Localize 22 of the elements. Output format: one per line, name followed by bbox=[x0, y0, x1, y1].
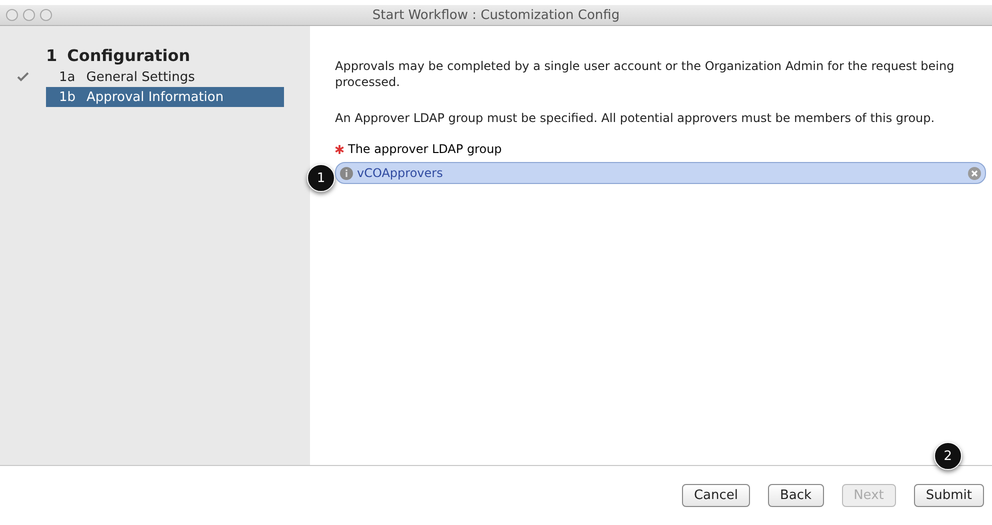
dialog-button[interactable]: Submit bbox=[914, 484, 984, 507]
sidebar-item[interactable]: 1b Approval Information bbox=[46, 87, 284, 107]
window-control-icon[interactable] bbox=[23, 9, 35, 21]
step-number: 1a bbox=[59, 70, 76, 84]
section-number: 1 bbox=[46, 46, 58, 65]
dialog-button[interactable]: Back bbox=[768, 484, 824, 507]
callout-badge: 1 bbox=[307, 164, 335, 192]
input-field[interactable]: vCOApprovers bbox=[335, 162, 986, 184]
clear-icon[interactable] bbox=[968, 166, 981, 180]
window-title: Start Workflow : Customization Config bbox=[372, 8, 620, 22]
step-number: 1b bbox=[59, 90, 76, 104]
section-title: Configuration bbox=[67, 46, 190, 65]
step-label: Approval Information bbox=[86, 90, 224, 104]
step-label: General Settings bbox=[86, 70, 195, 84]
field-label: The approver LDAP group bbox=[348, 142, 502, 156]
window-control-icon[interactable] bbox=[40, 9, 52, 21]
dialog-button[interactable]: Cancel bbox=[682, 484, 750, 507]
description-text: Approvals may be completed by a single user account or the Organization Admin for the request being processed. bbox=[335, 58, 956, 90]
description-text: An Approver LDAP group must be specified. All potential approvers must be members of this group. bbox=[335, 110, 936, 126]
window-control-icon[interactable] bbox=[6, 9, 18, 21]
sidebar-item[interactable]: 1a General Settings bbox=[46, 67, 284, 87]
info-icon bbox=[340, 166, 353, 180]
